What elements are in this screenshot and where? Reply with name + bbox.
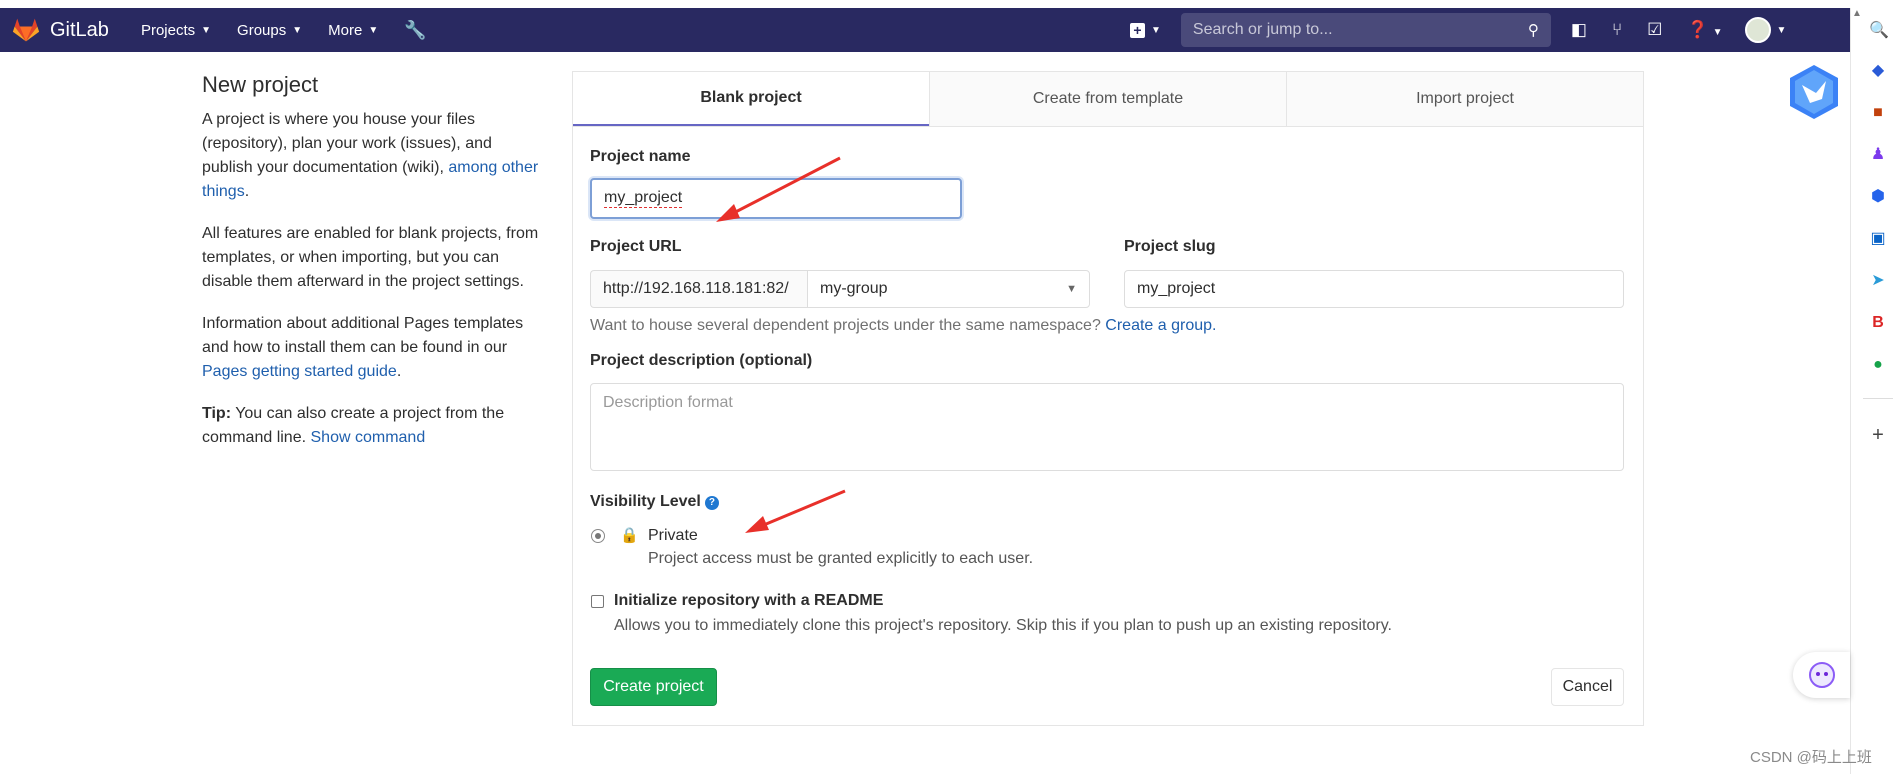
chevron-down-icon: ▼	[201, 24, 212, 36]
gitlab-home-link[interactable]: GitLab	[12, 8, 109, 52]
project-tabs: Blank project Create from template Impor…	[573, 72, 1643, 127]
visibility-private-radio[interactable]	[591, 529, 605, 543]
search-input[interactable]: Search or jump to... ⚲	[1180, 13, 1551, 47]
page-title: New project	[202, 72, 319, 97]
toolbox-icon[interactable]: ■	[1869, 104, 1887, 122]
copilot-icon[interactable]: ⬢	[1869, 188, 1887, 206]
chevron-down-icon: ▼	[1776, 24, 1787, 36]
visibility-level-label: Visibility Level?	[590, 493, 719, 511]
chevron-down-icon: ▼	[1151, 24, 1161, 36]
top-navbar: GitLab Projects ▼ Groups ▼ More ▼ 🔧 + ▼ …	[0, 8, 1850, 52]
project-slug-input[interactable]: my_project	[1124, 270, 1624, 308]
create-project-button[interactable]: Create project	[590, 668, 717, 706]
tip-label: Tip:	[202, 405, 232, 422]
sidebar-divider	[1863, 398, 1893, 399]
nav-projects-label: Projects	[140, 21, 196, 39]
search-icon: ⚲	[1527, 22, 1539, 39]
brand-b-icon[interactable]: B	[1869, 314, 1887, 332]
nav-projects-dropdown[interactable]: Projects ▼	[141, 22, 211, 39]
project-slug-value: my_project	[1137, 280, 1216, 297]
description-placeholder: Description format	[603, 394, 733, 411]
browser-sidebar: 🔍 ◆ ■ ♟ ⬢ ▣ ➤ B ● +	[1850, 8, 1902, 774]
intro-paragraph-1: A project is where you house your files …	[202, 108, 542, 204]
tab-blank-project[interactable]: Blank project	[573, 72, 929, 126]
search-icon[interactable]: 🔍	[1869, 22, 1889, 40]
send-icon[interactable]: ➤	[1869, 272, 1887, 290]
show-command-link[interactable]: Show command	[311, 429, 426, 446]
nav-menu: Projects ▼ Groups ▼ More ▼ 🔧	[141, 20, 427, 41]
merge-requests-icon[interactable]: ⑂	[1612, 20, 1622, 40]
floating-assistant-button[interactable]	[1793, 652, 1850, 698]
nav-right: + ▼ Search or jump to... ⚲ ◧ ⑂ ☑ ❓ ▼ ▼	[1130, 8, 1786, 52]
project-url-label: Project URL	[590, 238, 682, 255]
namespace-help: Want to house several dependent projects…	[590, 317, 1216, 335]
namespace-select[interactable]: my-group ▼	[807, 270, 1090, 308]
visibility-private-label[interactable]: Private	[648, 527, 698, 545]
bird-extension-icon[interactable]	[1786, 63, 1842, 121]
lock-icon: 🔒	[620, 527, 639, 544]
intro-p3-end: .	[396, 363, 402, 380]
description-label: Project description (optional)	[590, 352, 813, 369]
brand-name: GitLab	[50, 18, 109, 41]
project-slug-label: Project slug	[1124, 238, 1216, 255]
admin-wrench-icon[interactable]: 🔧	[404, 20, 426, 41]
chevron-down-icon: ▼	[292, 24, 303, 36]
readme-checkbox[interactable]	[591, 595, 604, 608]
csdn-watermark: CSDN @码上上班	[1750, 749, 1872, 766]
search-placeholder: Search or jump to...	[1192, 21, 1333, 38]
help-icon[interactable]: ❓ ▼	[1687, 20, 1722, 40]
tag-icon[interactable]: ◆	[1869, 62, 1887, 80]
tab-import-project[interactable]: Import project	[1286, 72, 1643, 126]
issues-icon[interactable]: ◧	[1571, 20, 1587, 40]
intro-tip: Tip: You can also create a project from …	[202, 402, 542, 450]
visibility-label-text: Visibility Level	[590, 493, 701, 510]
add-icon[interactable]: +	[1869, 425, 1887, 445]
nav-more-dropdown[interactable]: More ▼	[328, 22, 378, 39]
nav-groups-dropdown[interactable]: Groups ▼	[237, 22, 302, 39]
nav-more-label: More	[328, 21, 363, 39]
intro-p1-end: .	[244, 183, 250, 200]
window-top-strip	[0, 0, 1902, 8]
visibility-private-description: Project access must be granted explicitl…	[648, 550, 1034, 567]
app-circle-icon[interactable]: ●	[1869, 356, 1887, 374]
assistant-face-icon	[1808, 662, 1835, 688]
new-dropdown-button[interactable]: + ▼	[1130, 22, 1161, 38]
namespace-help-text: Want to house several dependent projects…	[590, 317, 1106, 334]
project-name-label: Project name	[590, 148, 691, 165]
plus-square-icon: +	[1130, 22, 1145, 38]
scroll-up-icon[interactable]: ▲	[1852, 8, 1862, 19]
description-textarea[interactable]: Description format	[590, 383, 1624, 471]
question-circle-icon[interactable]: ?	[704, 496, 719, 510]
intro-p3-text: Information about additional Pages templ…	[202, 315, 524, 356]
create-group-link[interactable]: Create a group.	[1105, 317, 1216, 334]
intro-column: New project A project is where you house…	[202, 72, 542, 468]
namespace-value: my-group	[820, 280, 888, 297]
nav-icons: ◧ ⑂ ☑ ❓ ▼ ▼	[1571, 17, 1787, 43]
intro-paragraph-2: All features are enabled for blank proje…	[202, 225, 539, 290]
outlook-icon[interactable]: ▣	[1869, 230, 1887, 248]
cancel-button[interactable]: Cancel	[1551, 668, 1624, 706]
todos-icon[interactable]: ☑	[1647, 20, 1662, 40]
chess-icon[interactable]: ♟	[1869, 146, 1887, 164]
pages-guide-link[interactable]: Pages getting started guide	[202, 363, 397, 380]
intro-paragraph-3: Information about additional Pages templ…	[202, 312, 542, 384]
project-name-value: my_project	[604, 189, 683, 208]
gitlab-logo-icon	[12, 18, 40, 42]
project-name-input[interactable]: my_project	[590, 178, 962, 219]
avatar[interactable]	[1744, 17, 1771, 43]
readme-description: Allows you to immediately clone this pro…	[614, 617, 1392, 634]
nav-groups-label: Groups	[237, 21, 287, 39]
project-url-prefix: http://192.168.118.181:82/	[590, 270, 808, 308]
chevron-down-icon: ▼	[368, 24, 379, 36]
tab-create-from-template[interactable]: Create from template	[929, 72, 1286, 126]
readme-label[interactable]: Initialize repository with a README	[614, 592, 883, 610]
chevron-down-icon: ▼	[1066, 283, 1077, 295]
